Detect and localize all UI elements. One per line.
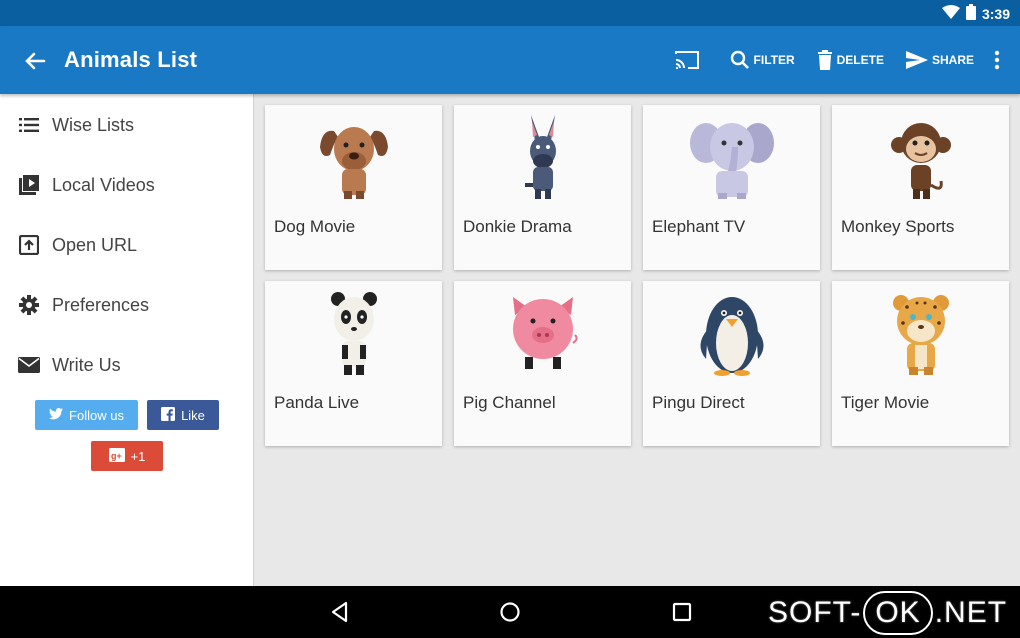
trash-icon [817, 50, 833, 70]
card-dog-movie[interactable]: Dog Movie [265, 105, 442, 270]
monkey-icon [832, 109, 1009, 205]
app-bar: Animals List FILTER DELETE SHARE [0, 26, 1020, 94]
list-icon [18, 114, 40, 136]
card-label: Donkie Drama [463, 217, 572, 236]
delete-label: DELETE [836, 53, 884, 67]
search-icon [730, 50, 750, 70]
card-pingu-direct[interactable]: Pingu Direct [643, 281, 820, 446]
cast-icon [674, 49, 700, 71]
more-vert-icon [994, 50, 1000, 70]
card-panda-live[interactable]: Panda Live [265, 281, 442, 446]
status-icons: 3:39 [941, 4, 1010, 23]
tiger-icon [832, 285, 1009, 381]
sidebar-item-label: Wise Lists [52, 114, 135, 135]
status-bar: 3:39 [0, 0, 1020, 26]
facebook-like-button[interactable]: Like [147, 400, 219, 430]
twitter-icon [49, 407, 64, 423]
send-icon [905, 51, 928, 69]
cast-button[interactable] [674, 49, 700, 71]
card-label: Pig Channel [463, 393, 556, 412]
facebook-icon [161, 406, 176, 424]
sidebar-item-label: Write Us [52, 354, 121, 375]
filter-label: FILTER [753, 53, 795, 67]
google-plus-label: +1 [130, 448, 146, 464]
mail-icon [18, 354, 40, 376]
card-label: Monkey Sports [841, 217, 955, 236]
animals-grid: Dog Movie Donkie Drama Elephant TV Monke… [254, 94, 1020, 586]
sidebar-item-wise-lists[interactable]: Wise Lists [18, 110, 134, 140]
dog-icon [265, 109, 442, 205]
wifi-icon [941, 5, 960, 22]
twitter-follow-button[interactable]: Follow us [35, 400, 138, 430]
sidebar-item-local-videos[interactable]: Local Videos [18, 170, 155, 200]
video-icon [18, 174, 40, 196]
nav-recents-icon[interactable] [670, 600, 694, 624]
penguin-icon [643, 285, 820, 381]
sidebar-item-open-url[interactable]: Open URL [18, 230, 137, 260]
donkey-icon [454, 109, 631, 205]
card-label: Panda Live [274, 393, 360, 412]
nav-back-icon[interactable] [328, 600, 352, 624]
facebook-label: Like [181, 407, 205, 423]
sidebar-item-write-us[interactable]: Write Us [18, 350, 121, 380]
card-donkie-drama[interactable]: Donkie Drama [454, 105, 631, 270]
sidebar-item-label: Open URL [52, 234, 138, 255]
overflow-menu-button[interactable] [994, 50, 1000, 70]
watermark-ok: OK [863, 591, 933, 635]
pig-icon [454, 285, 631, 381]
watermark-right: .NET [934, 596, 1008, 629]
page-title: Animals List [64, 47, 198, 72]
card-elephant-tv[interactable]: Elephant TV [643, 105, 820, 270]
twitter-label: Follow us [69, 407, 124, 423]
sidebar-item-label: Preferences [52, 294, 150, 315]
card-label: Dog Movie [274, 217, 356, 236]
watermark-left: SOFT- [768, 596, 862, 629]
svg-text:g+: g+ [111, 451, 122, 461]
battery-icon [965, 4, 976, 23]
navigation-drawer: Wise Lists Local Videos Open URL Prefere… [0, 94, 254, 586]
nav-home-icon[interactable] [498, 600, 522, 624]
gear-icon [18, 294, 40, 316]
share-button[interactable]: SHARE [905, 51, 974, 69]
google-plus-icon: g+ [108, 447, 125, 465]
card-label: Tiger Movie [841, 393, 930, 412]
filter-button[interactable]: FILTER [730, 50, 795, 70]
card-tiger-movie[interactable]: Tiger Movie [832, 281, 1009, 446]
back-arrow-icon[interactable] [22, 48, 48, 74]
watermark: SOFT- OK .NET [768, 590, 1007, 636]
open-url-icon [18, 234, 40, 256]
google-plus-button[interactable]: g+ +1 [91, 441, 163, 471]
card-label: Pingu Direct [652, 393, 745, 412]
elephant-icon [643, 109, 820, 205]
toolbar-actions: FILTER DELETE SHARE [674, 26, 1000, 94]
share-label: SHARE [931, 53, 974, 67]
sidebar-item-label: Local Videos [52, 174, 155, 195]
panda-icon [265, 285, 442, 381]
sidebar-item-preferences[interactable]: Preferences [18, 290, 149, 320]
clock: 3:39 [981, 5, 1010, 22]
card-monkey-sports[interactable]: Monkey Sports [832, 105, 1009, 270]
card-pig-channel[interactable]: Pig Channel [454, 281, 631, 446]
delete-button[interactable]: DELETE [817, 50, 884, 70]
card-label: Elephant TV [652, 217, 746, 236]
